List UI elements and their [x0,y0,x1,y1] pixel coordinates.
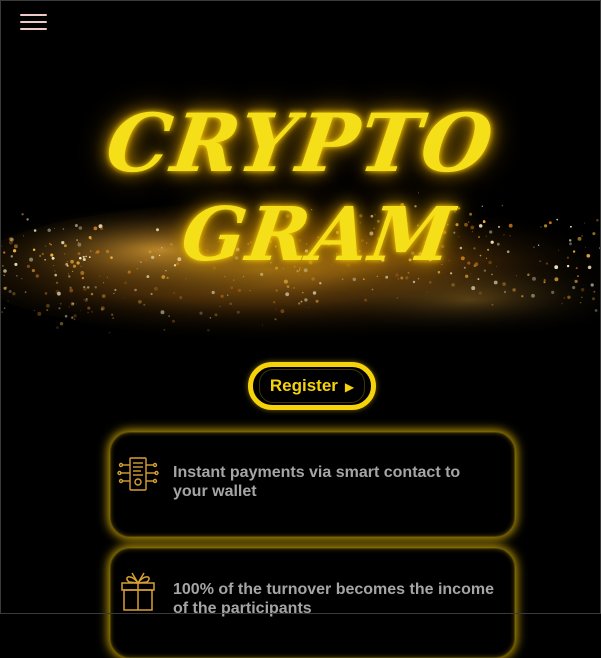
feature-text: Instant payments via smart contact to yo… [173,464,461,500]
hero-title-line-1: CRYPTO [100,96,501,190]
feature-card-payments: Instant payments via smart contact to yo… [110,432,515,537]
hero-title-line-2: GRAM [176,192,461,278]
register-button-label: Register [269,376,338,395]
gift-icon [121,572,155,611]
register-button[interactable]: Register ▶ [248,362,376,410]
feature-text: 100% of the turnover becomes the income … [173,581,494,617]
smart-contract-document-icon [117,457,159,491]
play-arrow-icon: ▶ [344,380,355,394]
feature-card-income: 100% of the turnover becomes the income … [110,548,515,658]
hamburger-menu-icon[interactable] [20,12,48,32]
